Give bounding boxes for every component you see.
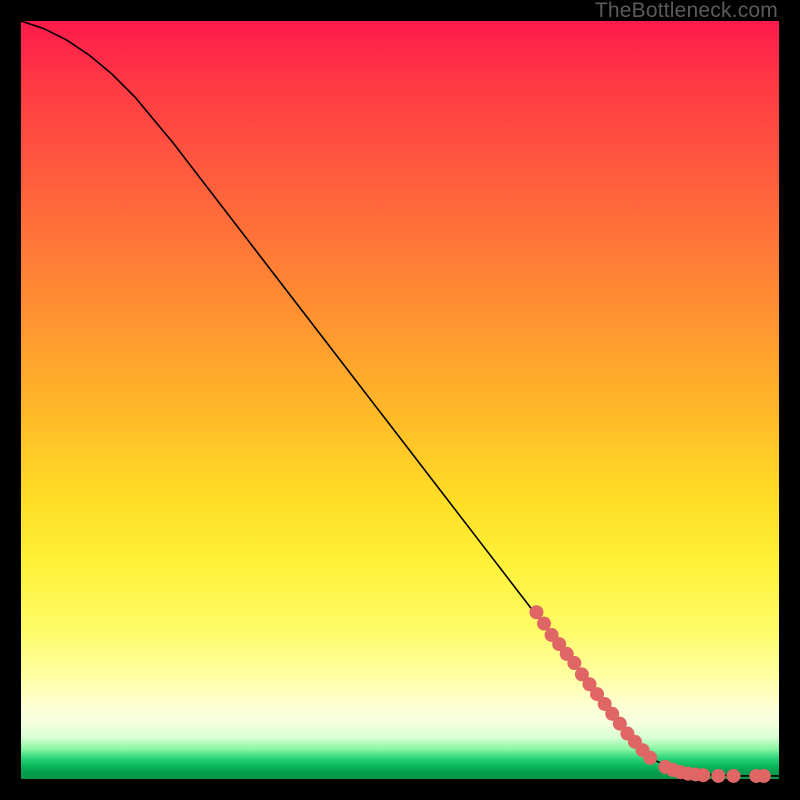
data-point	[568, 657, 581, 670]
data-point	[538, 617, 551, 630]
data-curve	[21, 21, 779, 776]
data-point	[644, 751, 657, 764]
chart-stage: TheBottleneck.com	[0, 0, 800, 800]
data-point	[757, 769, 770, 782]
scatter-group	[530, 606, 770, 783]
data-point	[712, 769, 725, 782]
data-point	[697, 769, 710, 782]
chart-overlay	[21, 21, 779, 779]
watermark-text: TheBottleneck.com	[595, 0, 778, 21]
data-point	[530, 606, 543, 619]
data-point	[727, 769, 740, 782]
plot-area	[21, 21, 779, 779]
